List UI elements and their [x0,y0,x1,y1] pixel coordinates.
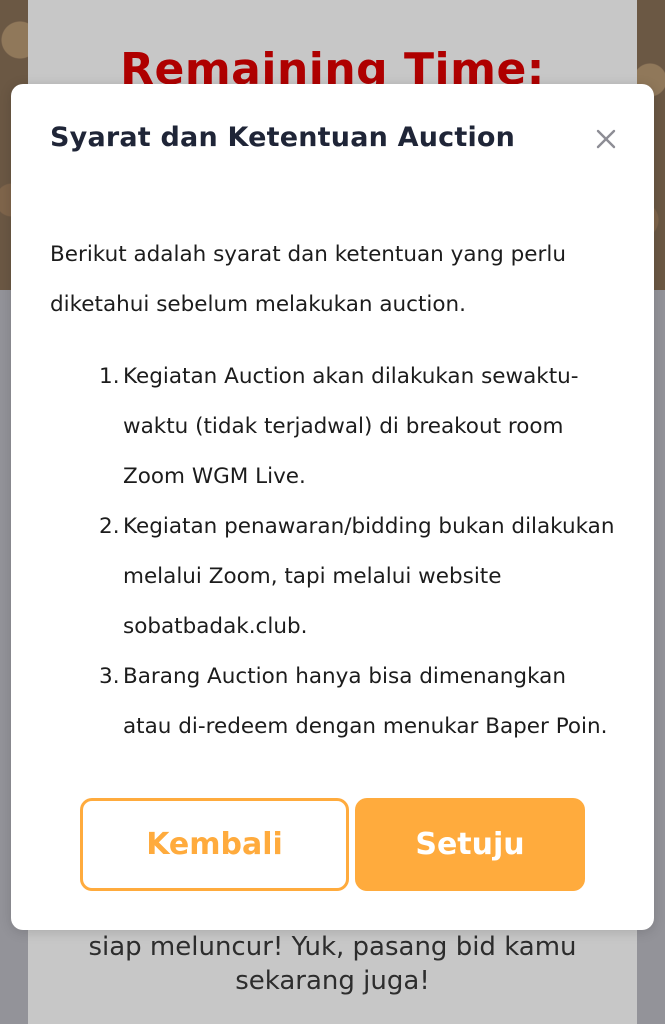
agree-button[interactable]: Setuju [355,798,585,891]
terms-modal: Syarat dan Ketentuan Auction Berikut ada… [11,84,654,930]
term-item: Kegiatan penawaran/bidding bukan dilakuk… [99,502,615,639]
terms-list: Kegiatan Auction akan dilakukan sewaktu-… [50,352,620,752]
modal-title: Syarat dan Ketentuan Auction [50,122,516,153]
close-icon [596,129,616,149]
modal-body: Berikut adalah syarat dan ketentuan yang… [50,230,620,752]
back-button[interactable]: Kembali [80,798,349,891]
terms-intro: Berikut adalah syarat dan ketentuan yang… [50,242,566,317]
term-item: Kegiatan Auction akan dilakukan sewaktu-… [99,352,579,489]
term-item: Barang Auction hanya bisa dimenangkan at… [99,652,608,739]
close-button[interactable] [591,124,621,154]
